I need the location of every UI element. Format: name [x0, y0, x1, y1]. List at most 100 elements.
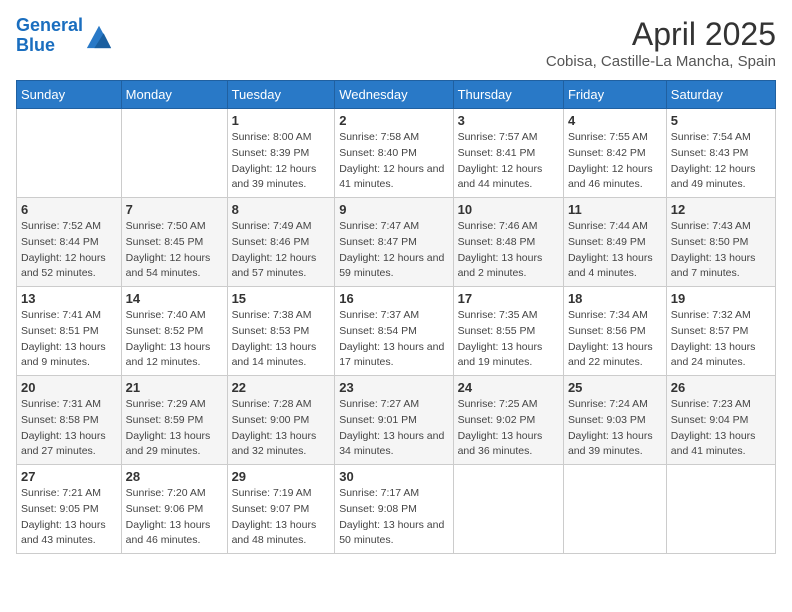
calendar-cell: 11Sunrise: 7:44 AM Sunset: 8:49 PM Dayli…	[563, 198, 666, 287]
calendar-cell: 13Sunrise: 7:41 AM Sunset: 8:51 PM Dayli…	[17, 287, 122, 376]
day-detail: Sunrise: 7:25 AM Sunset: 9:02 PM Dayligh…	[458, 397, 559, 460]
day-detail: Sunrise: 7:43 AM Sunset: 8:50 PM Dayligh…	[671, 219, 771, 282]
calendar-cell: 7 Sunrise: 7:50 AM Sunset: 8:45 PM Daylig…	[121, 198, 227, 287]
calendar-cell: 27 Sunrise: 7:21 AM Sunset: 9:05 PM Dayli…	[17, 465, 122, 554]
calendar-week-row: 20 Sunrise: 7:31 AM Sunset: 8:58 PM Dayli…	[17, 376, 776, 465]
calendar-cell: 29 Sunrise: 7:19 AM Sunset: 9:07 PM Dayli…	[227, 465, 335, 554]
day-detail: Sunrise: 8:00 AM Sunset: 8:39 PM Dayligh…	[232, 130, 331, 193]
calendar-cell	[563, 465, 666, 554]
day-number: 20	[21, 380, 117, 395]
title-area: April 2025 Cobisa, Castille-La Mancha, S…	[546, 16, 776, 70]
calendar-cell: 24Sunrise: 7:25 AM Sunset: 9:02 PM Dayli…	[453, 376, 563, 465]
calendar-cell: 9 Sunrise: 7:47 AM Sunset: 8:47 PM Daylig…	[335, 198, 453, 287]
day-number: 28	[126, 469, 223, 484]
day-number: 9	[339, 202, 448, 217]
calendar-week-row: 27 Sunrise: 7:21 AM Sunset: 9:05 PM Dayli…	[17, 465, 776, 554]
calendar-cell	[666, 465, 775, 554]
calendar-cell: 28 Sunrise: 7:20 AM Sunset: 9:06 PM Dayli…	[121, 465, 227, 554]
day-detail: Sunrise: 7:21 AM Sunset: 9:05 PM Dayligh…	[21, 486, 117, 549]
logo: General Blue	[16, 16, 113, 56]
calendar-week-row: 6 Sunrise: 7:52 AM Sunset: 8:44 PM Daylig…	[17, 198, 776, 287]
day-detail: Sunrise: 7:52 AM Sunset: 8:44 PM Dayligh…	[21, 219, 117, 282]
calendar-cell: 6 Sunrise: 7:52 AM Sunset: 8:44 PM Daylig…	[17, 198, 122, 287]
day-number: 18	[568, 291, 662, 306]
weekday-header-cell: Sunday	[17, 81, 122, 109]
day-detail: Sunrise: 7:50 AM Sunset: 8:45 PM Dayligh…	[126, 219, 223, 282]
day-number: 26	[671, 380, 771, 395]
calendar-table: SundayMondayTuesdayWednesdayThursdayFrid…	[16, 80, 776, 554]
logo-icon	[85, 22, 113, 50]
day-number: 2	[339, 113, 448, 128]
weekday-header-cell: Friday	[563, 81, 666, 109]
day-number: 4	[568, 113, 662, 128]
calendar-cell	[121, 109, 227, 198]
calendar-cell: 2 Sunrise: 7:58 AM Sunset: 8:40 PM Daylig…	[335, 109, 453, 198]
day-number: 10	[458, 202, 559, 217]
day-number: 21	[126, 380, 223, 395]
calendar-cell: 22 Sunrise: 7:28 AM Sunset: 9:00 PM Dayli…	[227, 376, 335, 465]
day-number: 17	[458, 291, 559, 306]
day-detail: Sunrise: 7:28 AM Sunset: 9:00 PM Dayligh…	[232, 397, 331, 460]
header: General Blue April 2025 Cobisa, Castille…	[16, 16, 776, 70]
page-subtitle: Cobisa, Castille-La Mancha, Spain	[546, 53, 776, 70]
logo-text: General Blue	[16, 16, 83, 56]
day-number: 11	[568, 202, 662, 217]
weekday-header-cell: Monday	[121, 81, 227, 109]
calendar-cell: 19 Sunrise: 7:32 AM Sunset: 8:57 PM Dayli…	[666, 287, 775, 376]
day-detail: Sunrise: 7:32 AM Sunset: 8:57 PM Dayligh…	[671, 308, 771, 371]
weekday-header-row: SundayMondayTuesdayWednesdayThursdayFrid…	[17, 81, 776, 109]
calendar-cell: 18 Sunrise: 7:34 AM Sunset: 8:56 PM Dayli…	[563, 287, 666, 376]
calendar-cell	[17, 109, 122, 198]
day-number: 27	[21, 469, 117, 484]
day-number: 15	[232, 291, 331, 306]
calendar-cell: 25Sunrise: 7:24 AM Sunset: 9:03 PM Dayli…	[563, 376, 666, 465]
day-detail: Sunrise: 7:34 AM Sunset: 8:56 PM Dayligh…	[568, 308, 662, 371]
day-detail: Sunrise: 7:37 AM Sunset: 8:54 PM Dayligh…	[339, 308, 448, 371]
day-number: 8	[232, 202, 331, 217]
calendar-cell: 15 Sunrise: 7:38 AM Sunset: 8:53 PM Dayli…	[227, 287, 335, 376]
calendar-cell	[453, 465, 563, 554]
day-number: 6	[21, 202, 117, 217]
day-number: 12	[671, 202, 771, 217]
day-detail: Sunrise: 7:27 AM Sunset: 9:01 PM Dayligh…	[339, 397, 448, 460]
day-detail: Sunrise: 7:41 AM Sunset: 8:51 PM Dayligh…	[21, 308, 117, 371]
day-detail: Sunrise: 7:17 AM Sunset: 9:08 PM Dayligh…	[339, 486, 448, 549]
day-detail: Sunrise: 7:46 AM Sunset: 8:48 PM Dayligh…	[458, 219, 559, 282]
day-detail: Sunrise: 7:40 AM Sunset: 8:52 PM Dayligh…	[126, 308, 223, 371]
calendar-cell: 30 Sunrise: 7:17 AM Sunset: 9:08 PM Dayli…	[335, 465, 453, 554]
day-number: 7	[126, 202, 223, 217]
day-detail: Sunrise: 7:57 AM Sunset: 8:41 PM Dayligh…	[458, 130, 559, 193]
calendar-cell: 10 Sunrise: 7:46 AM Sunset: 8:48 PM Dayli…	[453, 198, 563, 287]
weekday-header-cell: Wednesday	[335, 81, 453, 109]
day-number: 30	[339, 469, 448, 484]
calendar-cell: 12 Sunrise: 7:43 AM Sunset: 8:50 PM Dayli…	[666, 198, 775, 287]
weekday-header-cell: Tuesday	[227, 81, 335, 109]
day-number: 19	[671, 291, 771, 306]
calendar-body: 1 Sunrise: 8:00 AM Sunset: 8:39 PM Daylig…	[17, 109, 776, 554]
calendar-cell: 20 Sunrise: 7:31 AM Sunset: 8:58 PM Dayli…	[17, 376, 122, 465]
day-detail: Sunrise: 7:29 AM Sunset: 8:59 PM Dayligh…	[126, 397, 223, 460]
day-number: 14	[126, 291, 223, 306]
day-detail: Sunrise: 7:58 AM Sunset: 8:40 PM Dayligh…	[339, 130, 448, 193]
calendar-cell: 16 Sunrise: 7:37 AM Sunset: 8:54 PM Dayli…	[335, 287, 453, 376]
weekday-header-cell: Saturday	[666, 81, 775, 109]
calendar-cell: 14 Sunrise: 7:40 AM Sunset: 8:52 PM Dayli…	[121, 287, 227, 376]
day-number: 29	[232, 469, 331, 484]
calendar-week-row: 1 Sunrise: 8:00 AM Sunset: 8:39 PM Daylig…	[17, 109, 776, 198]
day-detail: Sunrise: 7:19 AM Sunset: 9:07 PM Dayligh…	[232, 486, 331, 549]
calendar-cell: 5Sunrise: 7:54 AM Sunset: 8:43 PM Daylig…	[666, 109, 775, 198]
day-number: 22	[232, 380, 331, 395]
day-number: 5	[671, 113, 771, 128]
day-detail: Sunrise: 7:20 AM Sunset: 9:06 PM Dayligh…	[126, 486, 223, 549]
calendar-cell: 23Sunrise: 7:27 AM Sunset: 9:01 PM Dayli…	[335, 376, 453, 465]
calendar-cell: 26 Sunrise: 7:23 AM Sunset: 9:04 PM Dayli…	[666, 376, 775, 465]
weekday-header-cell: Thursday	[453, 81, 563, 109]
day-detail: Sunrise: 7:47 AM Sunset: 8:47 PM Dayligh…	[339, 219, 448, 282]
day-detail: Sunrise: 7:38 AM Sunset: 8:53 PM Dayligh…	[232, 308, 331, 371]
day-number: 16	[339, 291, 448, 306]
day-number: 1	[232, 113, 331, 128]
day-detail: Sunrise: 7:23 AM Sunset: 9:04 PM Dayligh…	[671, 397, 771, 460]
day-detail: Sunrise: 7:31 AM Sunset: 8:58 PM Dayligh…	[21, 397, 117, 460]
calendar-cell: 8Sunrise: 7:49 AM Sunset: 8:46 PM Daylig…	[227, 198, 335, 287]
calendar-cell: 21 Sunrise: 7:29 AM Sunset: 8:59 PM Dayli…	[121, 376, 227, 465]
